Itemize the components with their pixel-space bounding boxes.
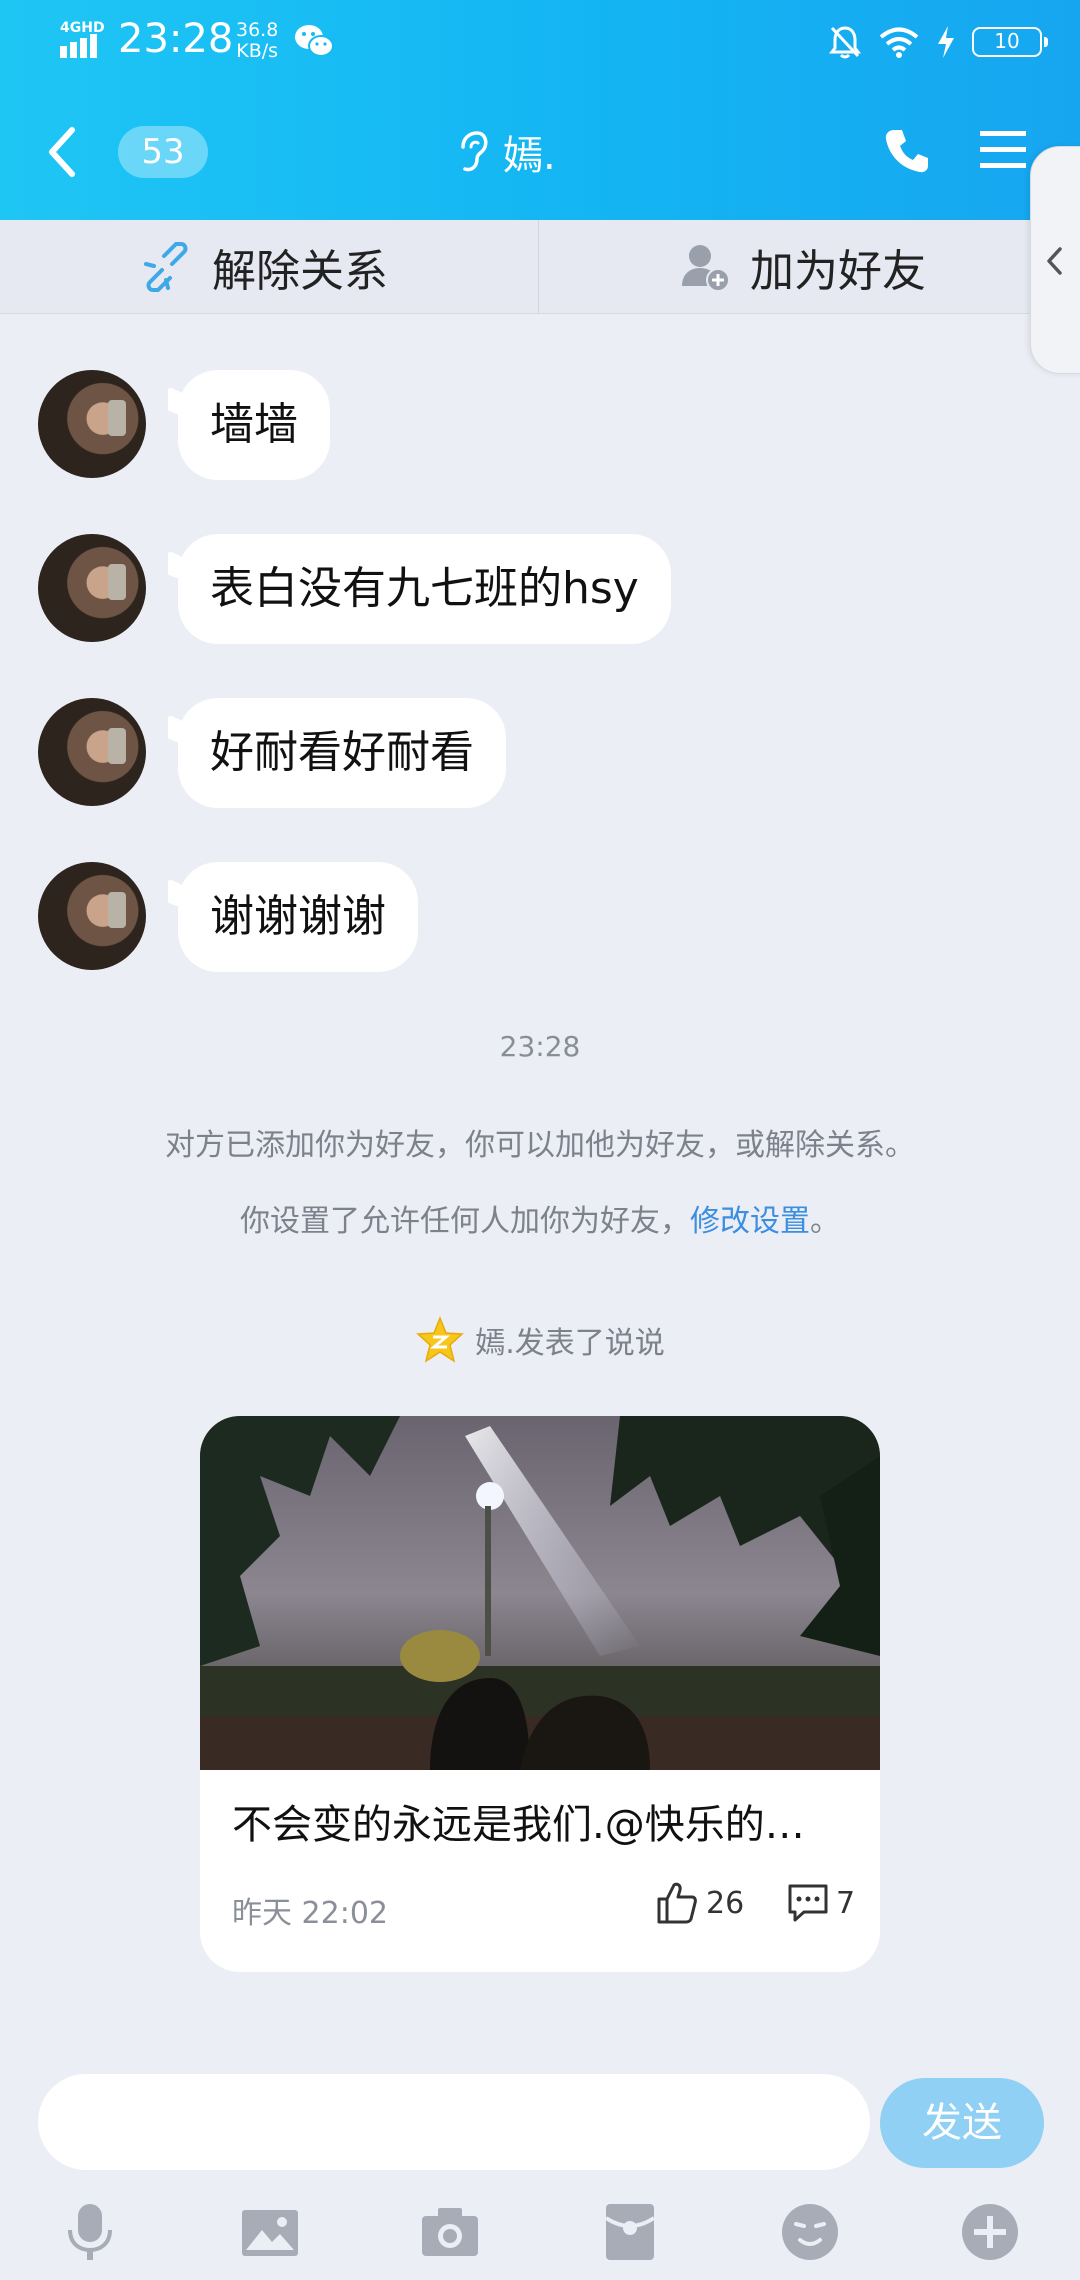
menu-icon[interactable] — [978, 128, 1028, 172]
add-friend-icon — [682, 245, 730, 292]
comment-count: 7 — [836, 1885, 856, 1921]
qzone-star-icon — [416, 1315, 465, 1363]
notice-suffix: 。 — [810, 1204, 840, 1239]
camera-icon[interactable] — [418, 2200, 482, 2264]
chat-title-area[interactable]: 嫣. — [455, 122, 556, 182]
status-right: 10 — [828, 22, 1048, 62]
chat-title: 嫣. — [503, 133, 556, 179]
unread-count-badge[interactable]: 53 — [118, 126, 208, 178]
add-friend-button[interactable]: 加为好友 — [678, 220, 926, 314]
add-friend-label: 加为好友 — [750, 246, 926, 297]
ear-icon — [461, 131, 488, 172]
header: 4GHD 23:28 36.8 KB/s 10 53 嫣. — [0, 0, 1080, 220]
system-notice: 对方已添加你为好友，你可以加他为好友，或解除关系。 — [165, 1128, 915, 1163]
message-bubble[interactable]: 谢谢谢谢 — [178, 862, 418, 972]
back-icon[interactable] — [40, 122, 84, 182]
like-count: 26 — [706, 1885, 745, 1921]
status-time: 23:28 — [118, 16, 234, 62]
avatar[interactable] — [38, 370, 146, 478]
post-time: 昨天 22:02 — [232, 1896, 388, 1931]
send-button[interactable]: 发送 — [880, 2078, 1044, 2168]
comment-icon — [788, 1884, 828, 1922]
emoji-icon[interactable] — [778, 2200, 842, 2264]
comment-button[interactable]: 7 — [786, 1878, 855, 1928]
post-text: 不会变的永远是我们.@快乐的… — [232, 1802, 805, 1848]
notice-text: 你设置了允许任何人加你为好友， — [240, 1204, 690, 1239]
link-icon — [144, 242, 188, 292]
battery-level: 10 — [972, 27, 1048, 57]
wifi-icon — [879, 27, 919, 58]
qzone-text: 嫣.发表了说说 — [475, 1326, 665, 1361]
unlink-button[interactable]: 解除关系 — [140, 220, 388, 314]
message-bubble[interactable]: 墙墙 — [178, 370, 330, 480]
avatar[interactable] — [38, 862, 146, 970]
avatar[interactable] — [38, 698, 146, 806]
unlink-label: 解除关系 — [212, 246, 388, 297]
message-bubble[interactable]: 好耐看好耐看 — [178, 698, 506, 808]
side-drawer-handle[interactable] — [1030, 146, 1080, 374]
post-photo[interactable] — [200, 1416, 880, 1770]
red-packet-icon[interactable] — [598, 2200, 662, 2264]
charging-icon — [938, 26, 954, 58]
avatar[interactable] — [38, 534, 146, 642]
message-bubble[interactable]: 表白没有九七班的hsy — [178, 534, 671, 644]
modify-settings-link[interactable]: 修改设置 — [690, 1204, 810, 1239]
speed-value: 36.8 — [236, 19, 279, 41]
chevron-left-icon — [1047, 247, 1062, 275]
network-type: 4GHD — [60, 20, 105, 36]
mute-bell-icon — [829, 26, 861, 59]
image-icon[interactable] — [238, 2200, 302, 2264]
qzone-post-notice: 嫣.发表了说说 — [0, 1312, 1080, 1368]
status-bar: 4GHD 23:28 36.8 KB/s 10 — [0, 0, 1080, 84]
network-speed: 36.8 KB/s — [236, 20, 278, 62]
qzone-post-card[interactable]: 不会变的永远是我们.@快乐的… 昨天 22:02 26 7 — [200, 1416, 880, 1972]
like-button[interactable]: 26 — [656, 1878, 744, 1928]
message-timestamp: 23:28 — [499, 1030, 581, 1063]
speed-unit: KB/s — [236, 40, 279, 62]
message-input[interactable] — [38, 2074, 870, 2170]
relationship-action-bar: 解除关系 加为好友 — [0, 220, 1080, 314]
title-bar: 53 嫣. — [0, 84, 1080, 220]
microphone-icon[interactable] — [58, 2200, 122, 2264]
wechat-icon — [295, 25, 334, 57]
input-toolbar — [0, 2190, 1080, 2280]
system-notice-settings: 你设置了允许任何人加你为好友，修改设置。 — [0, 1196, 1080, 1240]
signal-icon: 4GHD — [58, 20, 106, 60]
divider — [538, 220, 539, 314]
like-icon — [657, 1882, 697, 1924]
phone-icon[interactable] — [882, 126, 932, 176]
plus-icon[interactable] — [958, 2200, 1022, 2264]
